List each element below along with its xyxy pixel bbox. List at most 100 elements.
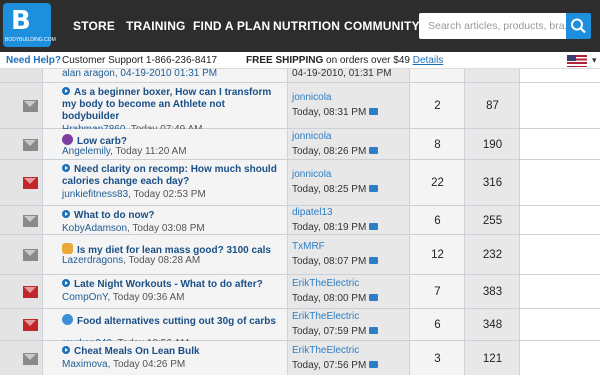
thread-author: Angelemily, Today 11:20 AM [62,146,187,157]
reply-count: 6 [434,215,441,227]
thread-title-text[interactable]: Late Night Workouts - What to do after? [74,279,263,290]
last-post-date-text: Today, 07:59 PM [292,326,367,337]
nav-find-a-plan[interactable]: FIND A PLAN [193,19,270,33]
envelope-icon [23,100,38,112]
last-post-date-text: Today, 08:19 PM [292,222,367,233]
thread-title-text[interactable]: Need clarity on recomp: How much should … [62,164,277,187]
author-name[interactable]: junkiefitness83 [62,189,128,200]
last-poster[interactable]: ErikTheElectric [292,311,359,322]
view-count: 87 [486,100,499,112]
last-poster[interactable]: jonnicola [292,169,331,180]
envelope-icon [23,353,38,365]
last-poster[interactable]: ErikTheElectric [292,345,359,356]
table-row[interactable]: What to do now? KobyAdamson, Today 03:08 … [0,206,600,235]
go-to-last-post-icon[interactable] [369,147,379,154]
go-to-last-post-icon[interactable] [369,257,379,264]
angry-emoji-icon [62,134,73,145]
arrow-icon [62,87,70,95]
nav-training[interactable]: TRAINING [126,19,186,33]
last-poster[interactable]: TxMRF [292,241,325,252]
bodybuilding-logo[interactable]: B BODYBUILDING.COM [3,3,56,47]
author-name[interactable]: Lazerdragons [62,255,123,266]
view-count: 383 [482,286,503,298]
search-input[interactable]: Search articles, products, bra... [419,13,566,39]
arrow-icon [62,210,70,218]
last-post-date-text: Today, 08:00 PM [292,293,367,304]
thread-title-text[interactable]: As a beginner boxer, How can I transform… [62,87,271,122]
thread-title[interactable]: Late Night Workouts - What to do after? [62,279,284,291]
thread-title[interactable]: Need clarity on recomp: How much should … [62,164,284,188]
go-to-last-post-icon[interactable] [369,223,379,230]
nav-nutrition[interactable]: NUTRITION [273,19,340,33]
free-shipping-label: FREE SHIPPING [246,55,324,66]
table-row[interactable]: Is my diet for lean mass good? 3100 cals… [0,235,600,275]
blank-cell [520,309,600,340]
thread-author: CompOnY, Today 09:36 AM [62,292,185,303]
author-name[interactable]: Angelemily [62,146,110,157]
envelope-icon [23,286,38,298]
view-count: 232 [482,249,503,261]
thread-author[interactable]: alan aragon, 04-19-2010 01:31 PM [62,69,217,79]
last-post-cell [288,160,410,205]
thread-title[interactable]: What to do now? [62,210,284,222]
thread-title-text[interactable]: What to do now? [74,210,155,221]
reply-count: 6 [434,319,441,331]
last-post-cell [288,83,410,128]
thread-date: , Today 02:53 PM [128,189,206,200]
author-name[interactable]: Maximova [62,359,108,370]
table-row[interactable]: Low carb? Angelemily, Today 11:20 AM jonni… [0,129,600,160]
table-row[interactable]: Cheat Meals On Lean Bulk Maximova, Today … [0,341,600,375]
customer-support: Customer Support 1-866-236-8417 [62,55,218,66]
reply-count: 2 [434,100,441,112]
question-icon [62,314,73,325]
reply-count: 22 [431,177,444,189]
last-post-date: Today, 08:26 PM [292,146,379,157]
last-post-date-text: Today, 08:26 PM [292,146,367,157]
author-name[interactable]: KobyAdamson [62,223,127,234]
thread-title[interactable]: As a beginner boxer, How can I transform… [62,87,284,123]
last-post-date-text: Today, 08:31 PM [292,107,367,118]
go-to-last-post-icon[interactable] [369,108,379,115]
search-button[interactable] [566,13,591,39]
view-count: 190 [482,139,503,151]
table-row[interactable]: Food alternatives cutting out 30g of car… [0,309,600,349]
table-row[interactable]: As a beginner boxer, How can I transform… [0,83,600,135]
last-poster[interactable]: jonnicola [292,131,331,142]
shipping-details-link[interactable]: Details [413,55,444,66]
table-row[interactable]: Need clarity on recomp: How much should … [0,160,600,206]
go-to-last-post-icon[interactable] [369,294,379,301]
thread-title[interactable]: Food alternatives cutting out 30g of car… [62,313,284,328]
table-row[interactable]: Late Night Workouts - What to do after? C… [0,275,600,309]
nav-store[interactable]: STORE [73,19,115,33]
last-post-date-text: Today, 08:25 PM [292,184,367,195]
thread-date: , Today 08:28 AM [123,255,201,266]
chevron-down-icon[interactable]: ▾ [592,55,597,66]
free-shipping-banner: FREE SHIPPING on orders over $49 Details [246,55,443,66]
last-post-date: Today, 08:07 PM [292,256,379,267]
nav-community[interactable]: COMMUNITY [344,19,420,33]
envelope-icon [23,249,38,261]
go-to-last-post-icon[interactable] [369,185,379,192]
us-flag-icon[interactable] [567,55,587,67]
last-post-date: Today, 08:00 PM [292,293,379,304]
blank-cell [520,341,600,375]
last-poster[interactable]: jonnicola [292,92,331,103]
view-count: 348 [482,319,503,331]
last-poster[interactable]: ErikTheElectric [292,278,359,289]
thread-title-text[interactable]: Food alternatives cutting out 30g of car… [77,316,276,327]
need-help-link[interactable]: Need Help? [6,55,61,66]
last-post-date-text: Today, 08:07 PM [292,256,367,267]
thread-title-text[interactable]: Cheat Meals On Lean Bulk [74,346,200,357]
reply-count: 7 [434,286,441,298]
go-to-last-post-icon[interactable] [369,361,379,368]
table-row: alan aragon, 04-19-2010 01:31 PM 04-19-2… [0,69,600,83]
last-post-date-text: Today, 07:56 PM [292,360,367,371]
envelope-icon [23,215,38,227]
blank-cell [520,206,600,234]
blank-cell [520,160,600,205]
thread-date: , Today 11:20 AM [110,146,187,157]
thread-title[interactable]: Cheat Meals On Lean Bulk [62,346,284,358]
last-poster[interactable]: dipatel13 [292,207,333,218]
go-to-last-post-icon[interactable] [369,327,379,334]
author-name[interactable]: CompOnY [62,292,107,303]
